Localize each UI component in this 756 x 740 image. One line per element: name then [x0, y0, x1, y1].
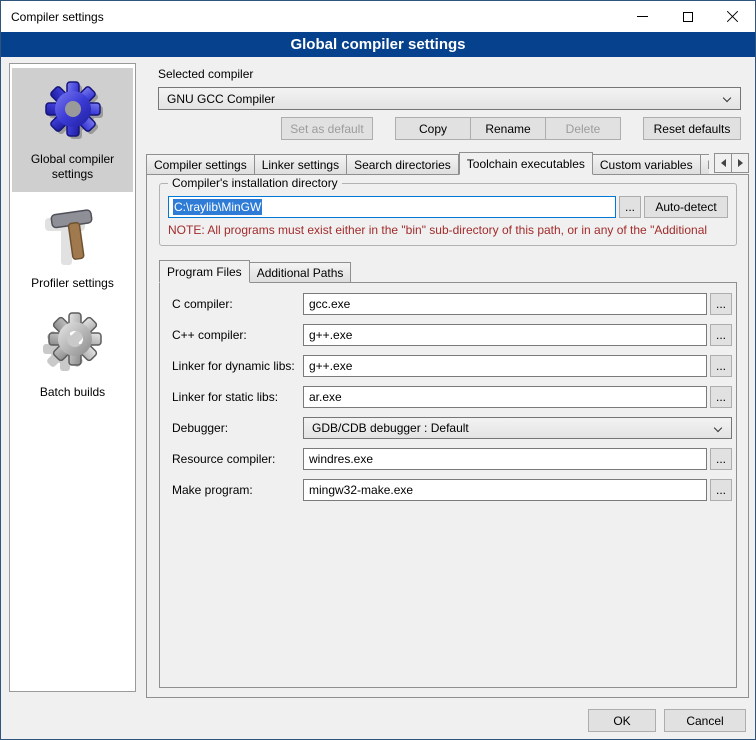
program-files-tabbar: Program Files Additional Paths	[159, 260, 737, 283]
dialog-header: Global compiler settings	[1, 32, 755, 57]
tab-search-directories[interactable]: Search directories	[347, 154, 459, 174]
sidebar-item-profiler-settings[interactable]: Profiler settings	[12, 192, 133, 301]
settings-tabbar: Compiler settings Linker settings Search…	[146, 152, 749, 175]
minimize-button[interactable]	[620, 1, 665, 32]
resource-compiler-input[interactable]	[303, 448, 707, 470]
tab-toolchain-executables[interactable]: Toolchain executables	[459, 152, 593, 175]
field-row: Linker for static libs: ...	[172, 386, 732, 408]
cancel-button[interactable]: Cancel	[664, 709, 746, 732]
field-label: Make program:	[172, 483, 303, 497]
rename-button[interactable]: Rename	[470, 117, 546, 140]
c-compiler-input[interactable]	[303, 293, 707, 315]
field-label: C compiler:	[172, 297, 303, 311]
dialog-footer: OK Cancel	[588, 709, 746, 732]
field-label: C++ compiler:	[172, 328, 303, 342]
delete-button[interactable]: Delete	[545, 117, 621, 140]
install-dir-browse-button[interactable]: ...	[619, 196, 641, 218]
tab-scroll-right-button[interactable]	[731, 153, 749, 173]
tabs-clip: Compiler settings Linker settings Search…	[146, 152, 709, 175]
tab-compiler-settings[interactable]: Compiler settings	[146, 154, 255, 174]
installation-directory-group: Compiler's installation directory C:\ray…	[159, 183, 737, 246]
toolchain-executables-panel: Compiler's installation directory C:\ray…	[146, 174, 749, 698]
debugger-dropdown[interactable]: GDB/CDB debugger : Default	[303, 417, 732, 439]
right-arrow-icon	[738, 159, 743, 167]
make-program-browse-button[interactable]: ...	[710, 479, 732, 501]
copy-button[interactable]: Copy	[395, 117, 471, 140]
static-linker-input[interactable]	[303, 386, 707, 408]
field-row: C compiler: ...	[172, 293, 732, 315]
field-label: Debugger:	[172, 421, 303, 435]
field-row: Make program: ...	[172, 479, 732, 501]
tab-additional-paths[interactable]: Additional Paths	[250, 262, 352, 282]
maximize-icon	[683, 12, 693, 22]
close-button[interactable]	[710, 1, 755, 32]
sidebar-item-label: Profiler settings	[31, 276, 114, 291]
field-row: C++ compiler: ...	[172, 324, 732, 346]
field-label: Linker for static libs:	[172, 390, 303, 404]
tab-linker-settings[interactable]: Linker settings	[255, 154, 347, 174]
program-files-panel: C compiler: ... C++ compiler: ... Linker…	[159, 282, 737, 688]
group-title: Compiler's installation directory	[168, 176, 342, 190]
field-row: Linker for dynamic libs: ...	[172, 355, 732, 377]
tab-build-options[interactable]: Build	[701, 154, 709, 174]
tab-custom-variables[interactable]: Custom variables	[593, 154, 701, 174]
blue-gear-icon	[14, 76, 131, 146]
gray-gear-icon	[14, 309, 131, 379]
note-text: NOTE: All programs must exist either in …	[168, 223, 728, 237]
make-program-input[interactable]	[303, 479, 707, 501]
dynamic-linker-browse-button[interactable]: ...	[710, 355, 732, 377]
ok-button[interactable]: OK	[588, 709, 656, 732]
inner-tabs-clip: Program Files Additional Paths	[159, 260, 737, 283]
dynamic-linker-input[interactable]	[303, 355, 707, 377]
window-title: Compiler settings	[1, 10, 104, 24]
main-content: Selected compiler GNU GCC Compiler Set a…	[146, 63, 749, 698]
cpp-compiler-browse-button[interactable]: ...	[710, 324, 732, 346]
compiler-settings-window: Compiler settings Global compiler settin…	[0, 0, 756, 740]
selected-compiler-value: GNU GCC Compiler	[167, 92, 275, 106]
tab-program-files[interactable]: Program Files	[159, 260, 250, 283]
set-as-default-button[interactable]: Set as default	[281, 117, 373, 140]
selected-compiler-label: Selected compiler	[158, 67, 749, 81]
sidebar: Global compiler settings Profiler settin…	[9, 63, 136, 692]
maximize-button[interactable]	[665, 1, 710, 32]
installation-directory-row: C:\raylib\MinGW ... Auto-detect	[168, 196, 728, 218]
chevron-down-icon	[723, 94, 731, 102]
field-label: Linker for dynamic libs:	[172, 359, 303, 373]
hammer-icon	[14, 200, 131, 270]
field-row: Debugger: GDB/CDB debugger : Default	[172, 417, 732, 439]
c-compiler-browse-button[interactable]: ...	[710, 293, 732, 315]
tab-scroll-arrows	[714, 153, 749, 173]
window-controls	[620, 1, 755, 32]
titlebar: Compiler settings	[1, 1, 755, 32]
auto-detect-button[interactable]: Auto-detect	[644, 196, 728, 218]
minimize-icon	[637, 16, 648, 17]
sidebar-item-label: Global compiler settings	[14, 152, 131, 182]
static-linker-browse-button[interactable]: ...	[710, 386, 732, 408]
field-label: Resource compiler:	[172, 452, 303, 466]
tab-scroll-left-button[interactable]	[714, 153, 732, 173]
install-dir-input[interactable]: C:\raylib\MinGW	[168, 196, 616, 218]
sidebar-item-batch-builds[interactable]: Batch builds	[12, 301, 133, 410]
debugger-value: GDB/CDB debugger : Default	[312, 421, 469, 435]
sidebar-item-global-compiler-settings[interactable]: Global compiler settings	[12, 68, 133, 192]
compiler-actions: Set as default Copy Rename Delete Reset …	[158, 117, 741, 140]
cpp-compiler-input[interactable]	[303, 324, 707, 346]
resource-compiler-browse-button[interactable]: ...	[710, 448, 732, 470]
close-icon	[726, 10, 739, 23]
install-dir-value: C:\raylib\MinGW	[173, 199, 262, 215]
sidebar-item-label: Batch builds	[40, 385, 105, 400]
left-arrow-icon	[721, 159, 726, 167]
selected-compiler-dropdown[interactable]: GNU GCC Compiler	[158, 87, 741, 110]
reset-defaults-button[interactable]: Reset defaults	[643, 117, 741, 140]
field-row: Resource compiler: ...	[172, 448, 732, 470]
chevron-down-icon	[714, 424, 722, 432]
